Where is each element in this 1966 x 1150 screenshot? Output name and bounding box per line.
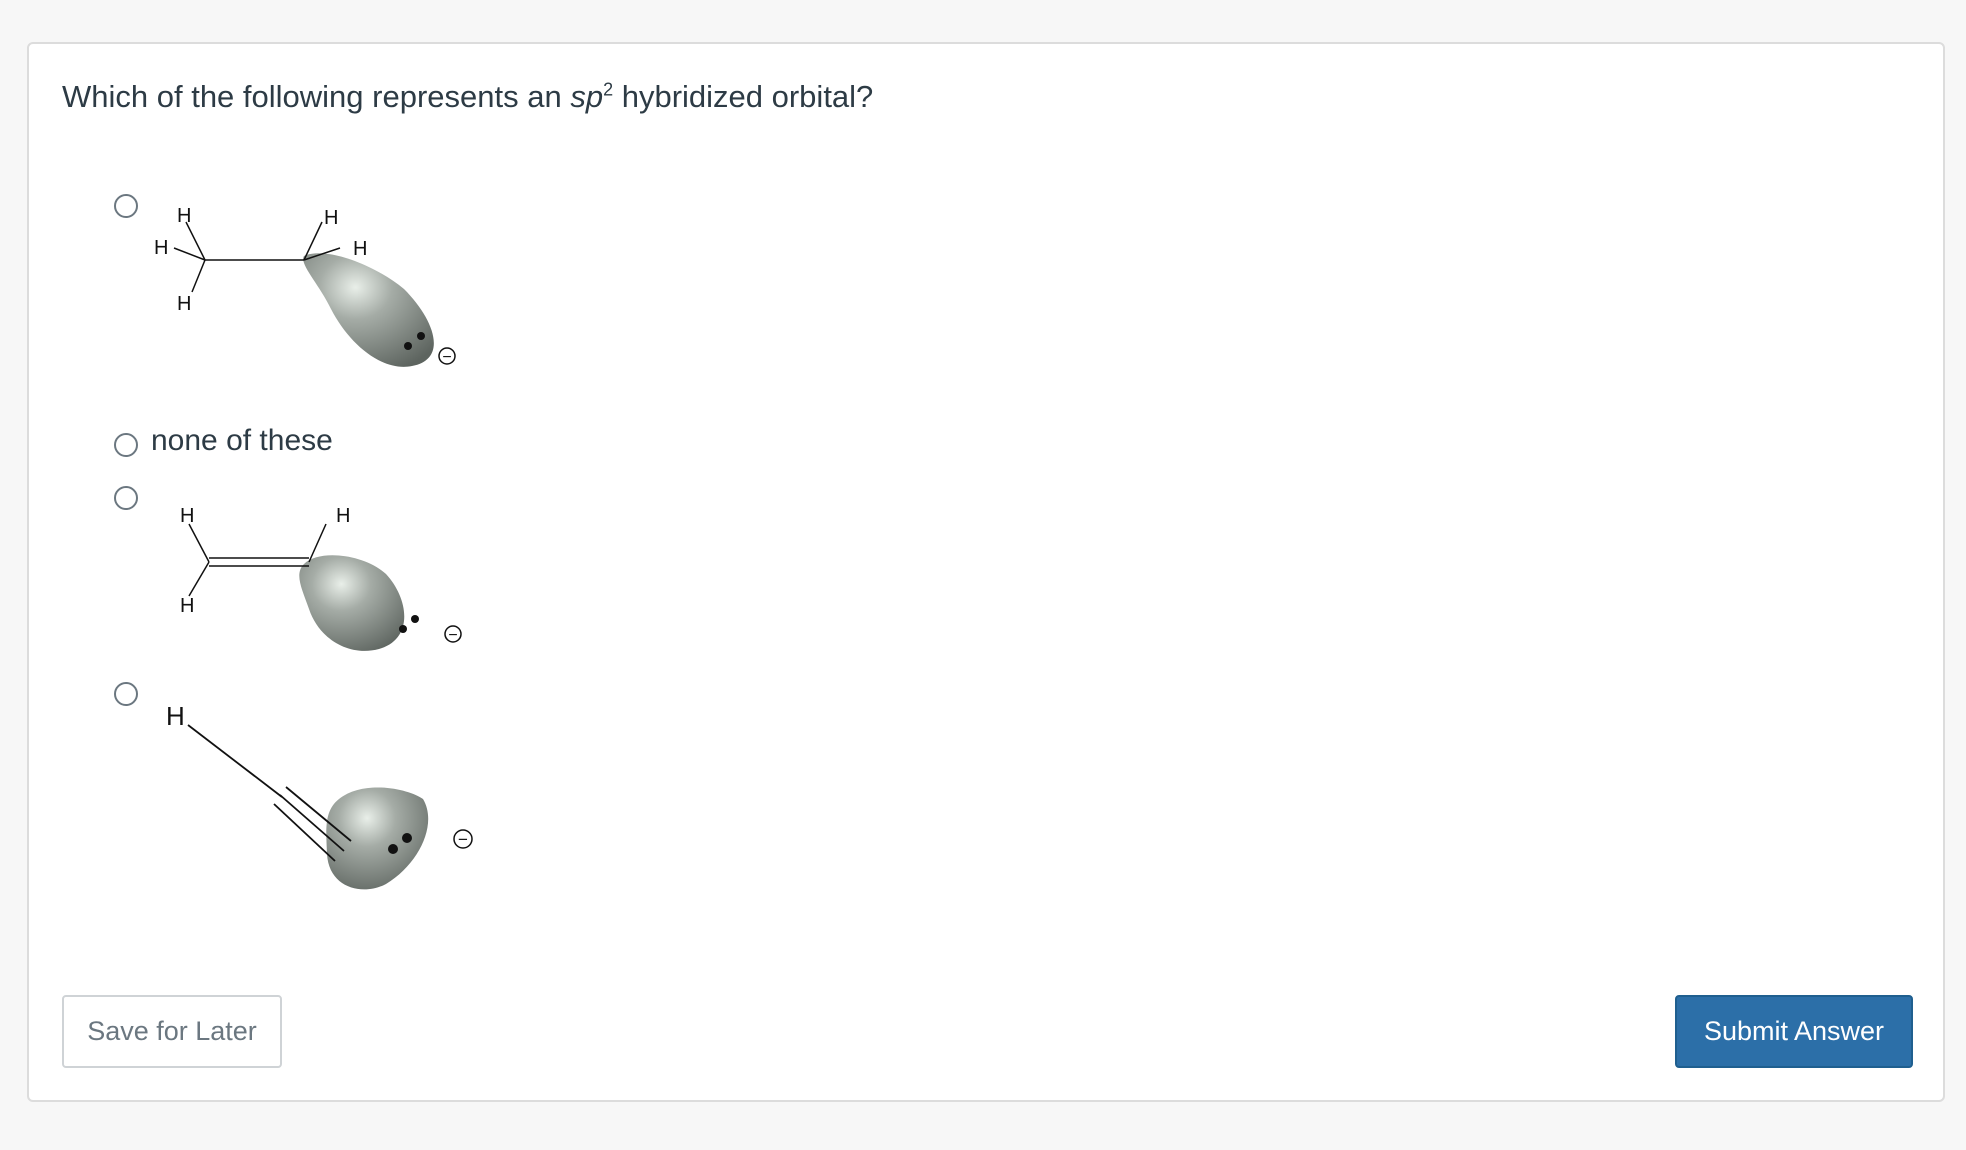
atom-label: H bbox=[154, 237, 168, 259]
option-a-structure: H H H H H − bbox=[154, 205, 456, 367]
lone-pair-dot bbox=[399, 625, 407, 633]
lone-pair-orbital bbox=[299, 555, 405, 651]
lone-pair-orbital bbox=[303, 253, 434, 367]
question-suffix: hybridized orbital? bbox=[613, 79, 874, 114]
lone-pair-dot bbox=[402, 833, 412, 843]
atom-label: H bbox=[353, 238, 367, 260]
option-a-radio[interactable] bbox=[114, 194, 138, 218]
atom-label: H bbox=[324, 207, 338, 229]
lone-pair-orbital bbox=[326, 787, 429, 890]
save-for-later-button[interactable]: Save for Later bbox=[62, 995, 282, 1068]
charge-label: − bbox=[448, 627, 457, 644]
atom-label: H bbox=[177, 293, 191, 315]
lone-pair-dot bbox=[388, 844, 398, 854]
atom-label: H bbox=[166, 701, 185, 731]
atom-label: H bbox=[180, 595, 194, 617]
question-text: Which of the following represents an sp2… bbox=[62, 79, 873, 115]
atom-label: H bbox=[180, 505, 194, 527]
submit-answer-button[interactable]: Submit Answer bbox=[1675, 995, 1913, 1068]
lone-pair-dot bbox=[411, 615, 419, 623]
atom-label: H bbox=[177, 205, 191, 227]
question-italic: sp bbox=[570, 79, 604, 114]
option-d-radio[interactable] bbox=[114, 682, 138, 706]
option-c-structure: H H H − bbox=[180, 505, 462, 651]
atom-label: H bbox=[336, 505, 350, 527]
charge-label: − bbox=[442, 349, 451, 366]
option-b-label: none of these bbox=[151, 424, 333, 457]
lone-pair-dot bbox=[417, 332, 425, 340]
option-d-structure: H − bbox=[166, 701, 473, 890]
question-card: Which of the following represents an sp2… bbox=[27, 42, 1945, 1102]
question-superscript: 2 bbox=[603, 79, 614, 100]
option-c-radio[interactable] bbox=[114, 486, 138, 510]
question-prefix: Which of the following represents an bbox=[62, 79, 571, 114]
charge-label: − bbox=[458, 830, 468, 849]
option-b-radio[interactable] bbox=[114, 433, 138, 457]
lone-pair-dot bbox=[404, 342, 412, 350]
